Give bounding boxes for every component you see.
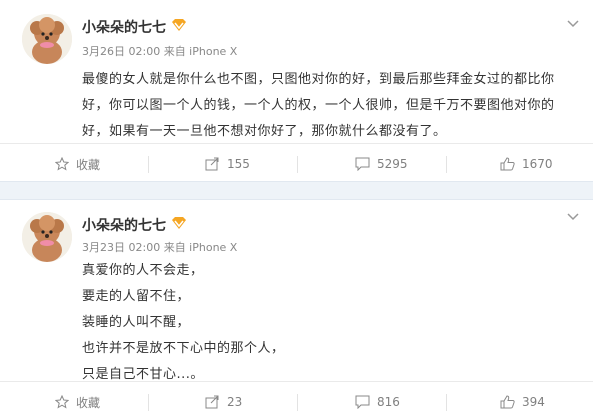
like-count: 394 [522, 395, 545, 409]
divider [446, 156, 447, 173]
like-icon [500, 157, 515, 171]
content-line: 要走的人留不住， [82, 289, 191, 304]
favorite-label: 收藏 [76, 157, 101, 172]
post-separator [0, 181, 593, 200]
comment-icon [355, 157, 370, 171]
post-content: 真爱你的人不会走， 要走的人留不住， 装睡的人叫不醒， 也许并不是放不下心中的那… [82, 258, 580, 388]
repost-count: 155 [227, 157, 250, 171]
divider [446, 394, 447, 411]
divider [297, 156, 298, 173]
content-line: 也许并不是放不下心中的那个人， [82, 341, 285, 356]
like-button[interactable]: 394 [500, 382, 545, 419]
content-line: 好，你可以图一个人的钱，一个人的权，一个人很帅，但是千万不要图他对你的 [82, 98, 555, 113]
repost-icon [205, 395, 219, 409]
post-content: 最傻的女人就是你什么也不图，只图他对你的好，到最后那些拜金女过的都比你 好，你可… [82, 67, 580, 145]
favorite-label: 收藏 [76, 395, 101, 410]
like-count: 1670 [522, 157, 553, 171]
weibo-post: 小朵朵的七七 3月23日 02:00 来自 iPhone X 真爱你的人不会走，… [0, 200, 593, 419]
comment-icon [355, 395, 370, 409]
comment-button[interactable]: 816 [355, 382, 400, 419]
star-icon [55, 157, 69, 171]
comment-count: 816 [377, 395, 400, 409]
chevron-down-icon[interactable] [567, 213, 579, 221]
divider [297, 394, 298, 411]
action-bar: 收藏 23 816 394 [0, 381, 593, 419]
comment-button[interactable]: 5295 [355, 144, 408, 184]
comment-count: 5295 [377, 157, 408, 171]
username[interactable]: 小朵朵的七七 [82, 18, 166, 38]
divider [148, 394, 149, 411]
like-icon [500, 395, 515, 409]
repost-button[interactable]: 23 [205, 382, 242, 419]
content-line: 最傻的女人就是你什么也不图，只图他对你的好，到最后那些拜金女过的都比你 [82, 72, 555, 87]
star-icon [55, 395, 69, 409]
vip-badge-icon[interactable] [171, 216, 187, 230]
avatar[interactable] [22, 14, 72, 64]
repost-button[interactable]: 155 [205, 144, 250, 184]
username[interactable]: 小朵朵的七七 [82, 216, 166, 236]
chevron-down-icon[interactable] [567, 20, 579, 28]
repost-icon [205, 157, 219, 171]
action-bar: 收藏 155 5295 1670 [0, 143, 593, 183]
content-line: 装睡的人叫不醒， [82, 315, 191, 330]
vip-badge-icon[interactable] [171, 18, 187, 32]
favorite-button[interactable]: 收藏 [55, 144, 100, 184]
like-button[interactable]: 1670 [500, 144, 553, 184]
post-meta: 3月23日 02:00 来自 iPhone X [82, 241, 238, 254]
repost-count: 23 [227, 395, 243, 409]
content-line: 好，如果有一天一旦他不想对你好了，那你就什么都没有了。 [82, 124, 447, 139]
weibo-post: 小朵朵的七七 3月26日 02:00 来自 iPhone X 最傻的女人就是你什… [0, 0, 593, 181]
favorite-button[interactable]: 收藏 [55, 382, 100, 419]
content-line: 真爱你的人不会走， [82, 263, 204, 278]
post-meta: 3月26日 02:00 来自 iPhone X [82, 45, 238, 58]
avatar[interactable] [22, 212, 72, 262]
divider [148, 156, 149, 173]
